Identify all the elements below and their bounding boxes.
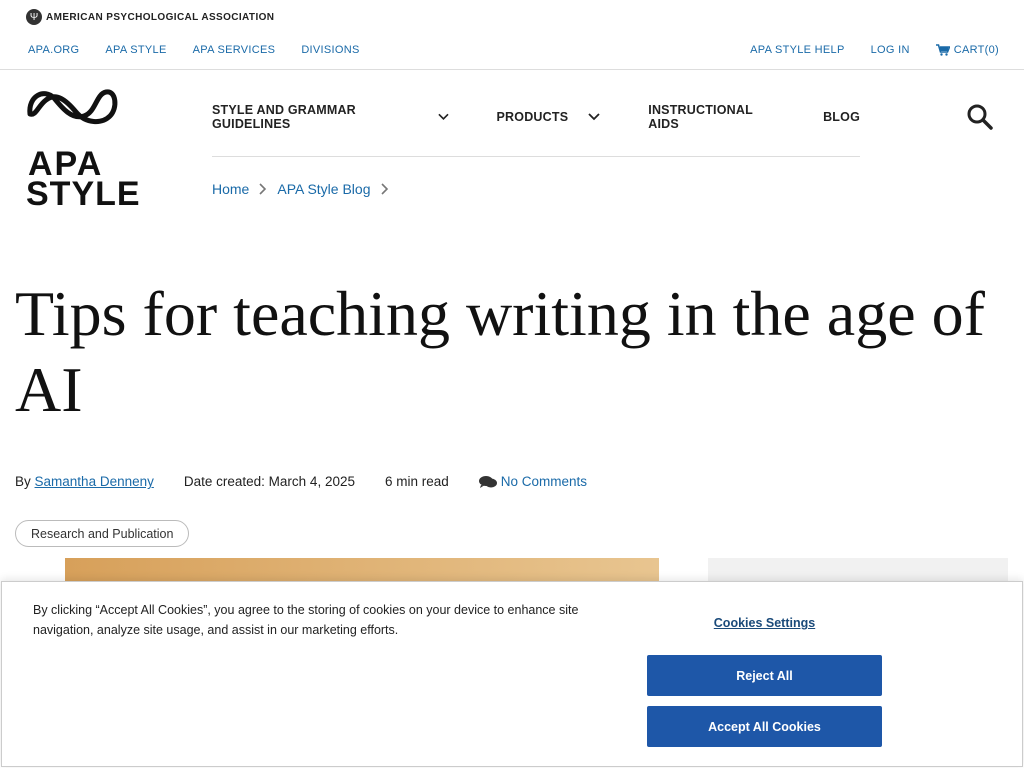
org-name: AMERICAN PSYCHOLOGICAL ASSOCIATION <box>46 11 275 23</box>
apa-style-logo[interactable]: APA STYLE <box>26 86 141 213</box>
main-nav: STYLE AND GRAMMAR GUIDELINES PRODUCTS IN… <box>212 103 860 131</box>
chevron-down-icon <box>588 113 600 121</box>
nav-label: INSTRUCTIONAL AIDS <box>648 103 753 131</box>
nav-products[interactable]: PRODUCTS <box>497 110 601 124</box>
top-links: APA.ORG APA STYLE APA SERVICES DIVISIONS <box>28 44 360 56</box>
breadcrumb-blog[interactable]: APA Style Blog <box>277 181 370 197</box>
accept-all-button[interactable]: Accept All Cookies <box>647 706 882 747</box>
cart-label: CART(0) <box>953 44 999 56</box>
nav-label: STYLE AND GRAMMAR GUIDELINES <box>212 103 356 131</box>
read-time: 6 min read <box>384 474 449 489</box>
cookies-settings-link[interactable]: Cookies Settings <box>647 616 882 630</box>
article-meta: By Samantha Denneny Date created: March … <box>15 474 587 489</box>
category-tag[interactable]: Research and Publication <box>15 520 190 547</box>
comments-icon <box>478 475 497 488</box>
logo-style-text: STYLE <box>26 175 141 213</box>
apa-wave-mark-icon <box>27 89 118 124</box>
comments-link[interactable]: No Comments <box>478 474 588 489</box>
comments-label: No Comments <box>500 474 588 489</box>
cart-icon <box>935 44 950 56</box>
search-icon[interactable] <box>966 103 994 131</box>
apa-org-logo[interactable]: Ψ AMERICAN PSYCHOLOGICAL ASSOCIATION <box>26 9 274 25</box>
link-apa-org[interactable]: APA.ORG <box>28 44 79 56</box>
nav-label: PRODUCTS <box>496 110 569 124</box>
nav-style-grammar[interactable]: STYLE AND GRAMMAR GUIDELINES <box>212 103 449 131</box>
cookie-banner: By clicking “Accept All Cookies”, you ag… <box>1 581 1023 767</box>
nav-instructional-aids[interactable]: INSTRUCTIONAL AIDS <box>648 103 775 131</box>
author-link[interactable]: Samantha Denneny <box>35 474 154 489</box>
link-apa-style[interactable]: APA STYLE <box>105 44 166 56</box>
cookie-message: By clicking “Accept All Cookies”, you ag… <box>33 603 579 637</box>
breadcrumb: Home APA Style Blog <box>212 181 389 197</box>
article-title: Tips for teaching writing in the age of … <box>15 278 985 425</box>
link-style-help[interactable]: APA STYLE HELP <box>750 44 844 56</box>
top-bar: Ψ AMERICAN PSYCHOLOGICAL ASSOCIATION APA… <box>0 0 1024 70</box>
nav-divider <box>212 156 860 157</box>
nav-label: BLOG <box>823 110 860 124</box>
utility-links: APA STYLE HELP LOG IN CART(0) <box>750 44 999 56</box>
author-line: By Samantha Denneny <box>15 474 154 489</box>
nav-blog[interactable]: BLOG <box>823 110 860 124</box>
link-divisions[interactable]: DIVISIONS <box>301 44 359 56</box>
chevron-right-icon <box>380 183 388 195</box>
link-log-in[interactable]: LOG IN <box>871 44 910 56</box>
by-label: By <box>15 474 31 489</box>
psi-icon: Ψ <box>26 9 42 25</box>
chevron-down-icon <box>437 113 449 120</box>
breadcrumb-home[interactable]: Home <box>212 181 249 197</box>
link-apa-services[interactable]: APA SERVICES <box>193 44 276 56</box>
date-created: Date created: March 4, 2025 <box>183 474 355 489</box>
chevron-right-icon <box>259 183 267 195</box>
reject-all-button[interactable]: Reject All <box>647 655 882 696</box>
cart-link[interactable]: CART(0) <box>935 44 999 56</box>
